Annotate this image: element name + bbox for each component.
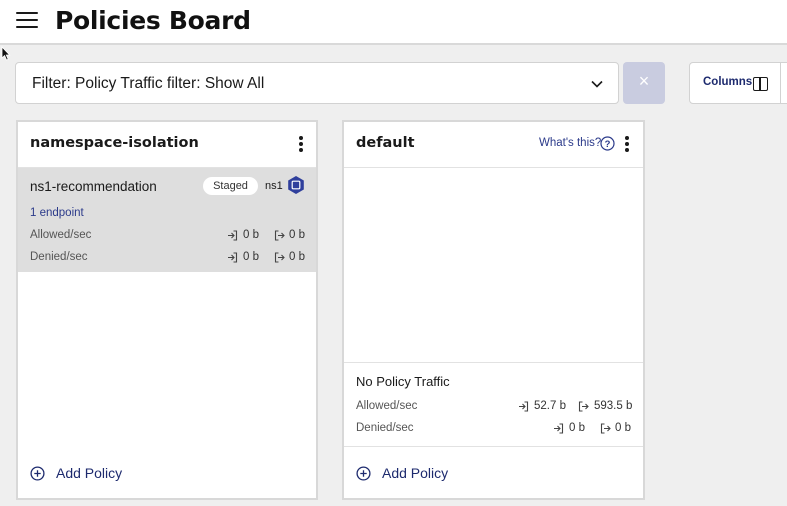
allowed-label: Allowed/sec xyxy=(356,400,418,412)
inbound-icon xyxy=(228,230,238,241)
policy-traffic-filter-select[interactable]: Filter: Policy Traffic filter: Show All xyxy=(15,62,619,104)
add-circle-icon xyxy=(30,466,45,481)
next-toolbar-button[interactable] xyxy=(780,62,787,104)
allowed-in-value: 52.7 b xyxy=(534,400,566,412)
help-icon[interactable]: ? xyxy=(600,136,615,151)
page-title: Policies Board xyxy=(55,6,251,35)
tier-more-icon[interactable] xyxy=(298,136,304,152)
namespace-icon xyxy=(288,176,304,194)
filter-value: Filter: Policy Traffic filter: Show All xyxy=(32,75,265,92)
hamburger-icon[interactable] xyxy=(16,12,39,30)
add-circle-icon xyxy=(356,466,371,481)
tier-header: namespace-isolation xyxy=(18,122,316,168)
namespace-label: ns1 xyxy=(265,180,283,192)
outbound-icon xyxy=(274,252,285,263)
denied-label: Denied/sec xyxy=(356,422,414,434)
add-policy-label: Add Policy xyxy=(382,465,449,481)
clear-filter-button[interactable]: × xyxy=(623,62,665,104)
inbound-icon xyxy=(519,401,529,412)
denied-out-value: 0 b xyxy=(615,422,631,434)
denied-out-value: 0 b xyxy=(289,251,305,263)
whats-this-link[interactable]: What's this? xyxy=(539,137,601,149)
top-bar: Policies Board xyxy=(0,0,787,45)
staged-badge: Staged xyxy=(203,177,258,195)
mouse-cursor-icon xyxy=(1,46,11,61)
columns-button[interactable]: Columns xyxy=(689,62,781,104)
no-traffic-title: No Policy Traffic xyxy=(356,374,450,389)
allowed-out-value: 0 b xyxy=(289,229,305,241)
denied-in-value: 0 b xyxy=(243,251,259,263)
allowed-label: Allowed/sec xyxy=(30,229,92,241)
divider xyxy=(344,446,643,447)
allowed-in-value: 0 b xyxy=(243,229,259,241)
inbound-icon xyxy=(554,423,564,434)
add-policy-label: Add Policy xyxy=(56,465,123,481)
outbound-icon xyxy=(578,401,589,412)
denied-in-value: 0 b xyxy=(569,422,585,434)
policy-card[interactable]: ns1-recommendation Staged ns1 1 endpoint… xyxy=(18,168,316,272)
outbound-icon xyxy=(274,230,285,241)
tier-column-namespace-isolation: namespace-isolation ns1-recommendation S… xyxy=(16,120,318,500)
denied-label: Denied/sec xyxy=(30,251,88,263)
endpoints-link[interactable]: 1 endpoint xyxy=(30,207,84,219)
no-policy-traffic-summary: No Policy Traffic Allowed/sec 52.7 b 593… xyxy=(344,362,643,446)
tier-title: namespace-isolation xyxy=(30,135,199,151)
allowed-out-value: 593.5 b xyxy=(594,400,633,412)
svg-text:?: ? xyxy=(605,139,611,150)
outbound-icon xyxy=(600,423,611,434)
tier-more-icon[interactable] xyxy=(624,136,630,152)
policy-name: ns1-recommendation xyxy=(30,179,157,194)
chevron-down-icon xyxy=(591,80,603,88)
inbound-icon xyxy=(228,252,238,263)
columns-button-label: Columns xyxy=(703,76,753,88)
tier-header: default What's this? ? xyxy=(344,122,643,168)
tier-title: default xyxy=(356,135,415,151)
columns-icon xyxy=(753,77,768,91)
tier-column-default: default What's this? ? No Policy Traffic… xyxy=(342,120,645,500)
close-icon: × xyxy=(638,71,650,91)
